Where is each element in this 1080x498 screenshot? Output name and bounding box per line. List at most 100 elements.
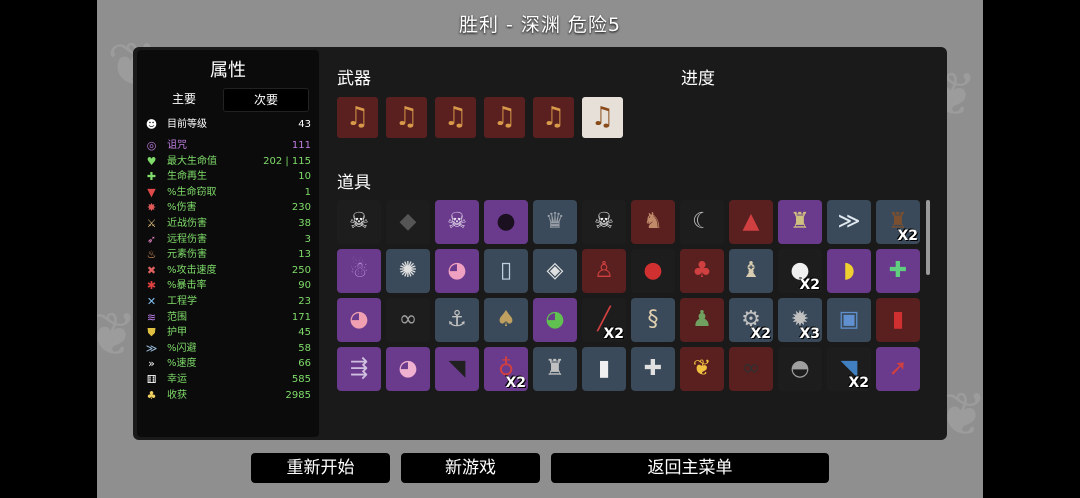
item-slot[interactable]: ♝	[729, 249, 773, 293]
tab-secondary[interactable]: 次要	[223, 88, 309, 112]
max-hp-icon: ♥	[146, 154, 157, 168]
lute-icon: ♫	[492, 102, 517, 132]
item-slot[interactable]: ▣	[827, 298, 871, 342]
lute-icon: ♫	[394, 102, 419, 132]
fishing-hook-icon: ⚓	[447, 307, 467, 332]
item-slot[interactable]: ⇶	[337, 347, 381, 391]
weapon-slot[interactable]: ♫	[386, 97, 427, 138]
stat-value: 58	[298, 342, 311, 354]
stat-value: 202 | 115	[263, 155, 311, 167]
item-slot[interactable]: ▮	[582, 347, 626, 391]
weapon-slot[interactable]: ♫	[435, 97, 476, 138]
purple-ghost-icon: ☃	[349, 258, 369, 283]
item-slot[interactable]: ✹ X3	[778, 298, 822, 342]
stat-label: 最大生命值	[167, 155, 217, 167]
item-slot[interactable]: ✚	[876, 249, 920, 293]
item-slot[interactable]: ●	[631, 249, 675, 293]
item-slot[interactable]: ♙	[582, 249, 626, 293]
stat-row: ☻ 目前等级 43	[145, 117, 311, 132]
item-slot[interactable]: ♠	[484, 298, 528, 342]
stat-row: ≫ %闪避 58	[145, 341, 311, 356]
item-slot[interactable]: ☠	[337, 200, 381, 244]
item-slot[interactable]: ◕	[533, 298, 577, 342]
item-slot[interactable]: ◥ X2	[827, 347, 871, 391]
item-count: X3	[799, 326, 820, 342]
items-scrollbar[interactable]	[926, 200, 930, 275]
stat-value: 230	[291, 202, 311, 214]
coral-decoration-icon: ❦	[97, 300, 138, 370]
item-slot[interactable]: §	[631, 298, 675, 342]
item-slot[interactable]: ♛	[533, 200, 577, 244]
red-cape-icon: ▲	[742, 209, 760, 234]
item-slot[interactable]: ♜ X2	[876, 200, 920, 244]
stats-heading: 属性	[210, 60, 246, 81]
item-slot[interactable]: ∞	[729, 347, 773, 391]
speed-icon: »	[148, 357, 155, 371]
item-slot[interactable]: ◕	[386, 347, 430, 391]
item-slot[interactable]: ✺	[386, 249, 430, 293]
item-slot[interactable]: ◥	[435, 347, 479, 391]
stat-value: 38	[298, 218, 311, 229]
item-slot[interactable]: ▯	[484, 249, 528, 293]
item-slot[interactable]: ●	[484, 200, 528, 244]
item-slot[interactable]: ☾	[680, 200, 724, 244]
mushroom-icon: ♠	[496, 307, 516, 332]
pink-blob-icon: ◕	[447, 258, 467, 283]
item-slot[interactable]: ♁ X2	[484, 347, 528, 391]
broken-bust-icon: ♜	[790, 209, 810, 234]
hp-regen-icon: ✚	[146, 170, 157, 184]
rocket-icon: ➚	[888, 356, 908, 381]
item-slot[interactable]: ⚙ X2	[729, 298, 773, 342]
item-slot[interactable]: ☠	[582, 200, 626, 244]
harvesting-icon: ♣	[146, 388, 157, 402]
mirror-icon: ▯	[499, 258, 513, 283]
handcuffs-icon: ∞	[398, 307, 418, 332]
item-slot[interactable]: ➚	[876, 347, 920, 391]
attack-speed-icon: ✖	[146, 263, 157, 277]
stat-value: 3	[304, 233, 311, 245]
item-slot[interactable]: ♜	[778, 200, 822, 244]
helmet-icon: ◓	[790, 356, 810, 381]
item-slot[interactable]: ☠	[435, 200, 479, 244]
item-slot[interactable]: ♟	[680, 298, 724, 342]
item-slot[interactable]: ✚	[631, 347, 675, 391]
item-slot[interactable]: ♞	[631, 200, 675, 244]
coal-icon: ◆	[399, 209, 417, 234]
weapon-slot[interactable]: ♫	[582, 97, 623, 138]
item-slot[interactable]: ◕	[337, 298, 381, 342]
item-slot[interactable]: ◕	[435, 249, 479, 293]
restart-button[interactable]: 重新开始	[251, 453, 390, 483]
item-slot[interactable]: ◆	[386, 200, 430, 244]
weapon-slot[interactable]: ♫	[533, 97, 574, 138]
main-menu-button[interactable]: 返回主菜单	[551, 453, 829, 483]
item-slot[interactable]: ♣	[680, 249, 724, 293]
items-heading: 道具	[337, 173, 371, 193]
lute-icon: ♫	[541, 102, 566, 132]
claw-slash-icon: ≫	[837, 209, 861, 234]
tab-main[interactable]: 主要	[145, 88, 223, 110]
item-slot[interactable]: ☃	[337, 249, 381, 293]
weapon-slot[interactable]: ♫	[484, 97, 525, 138]
item-slot[interactable]: ◈	[533, 249, 577, 293]
weapon-slot[interactable]: ♫	[337, 97, 378, 138]
item-slot[interactable]: ▮	[876, 298, 920, 342]
item-slot[interactable]: ● X2	[778, 249, 822, 293]
elemental-icon: ♨	[146, 248, 157, 262]
rainbow-leaf-icon: ❦	[692, 356, 712, 381]
hooded-ghost-icon: ☠	[349, 209, 369, 234]
item-slot[interactable]: ❦	[680, 347, 724, 391]
stat-value: 171	[291, 311, 311, 323]
item-slot[interactable]: ◓	[778, 347, 822, 391]
item-slot[interactable]: ◗	[827, 249, 871, 293]
item-slot[interactable]: ♜	[533, 347, 577, 391]
item-slot[interactable]: ▲	[729, 200, 773, 244]
item-slot[interactable]: ╱ X2	[582, 298, 626, 342]
stat-label: %闪避	[167, 342, 197, 354]
item-slot[interactable]: ⚓	[435, 298, 479, 342]
engineering-icon: ✕	[146, 295, 157, 308]
stat-row: ✖ %攻击速度 250	[145, 263, 311, 278]
stat-row: ♣ 收获 2985	[145, 388, 311, 403]
item-slot[interactable]: ∞	[386, 298, 430, 342]
new-game-button[interactable]: 新游戏	[401, 453, 540, 483]
item-slot[interactable]: ≫	[827, 200, 871, 244]
